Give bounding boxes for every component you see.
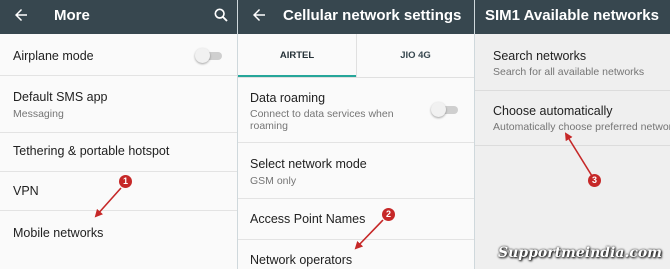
page-title: More [54, 7, 90, 24]
airplane-mode-row[interactable]: Airplane mode [0, 35, 237, 76]
data-roaming-desc-1: Connect to data services when [250, 108, 394, 120]
search-networks-desc: Search for all available networks [493, 66, 645, 78]
network-mode-row[interactable]: Select network mode GSM only [238, 143, 474, 199]
search-icon[interactable] [213, 7, 229, 23]
data-roaming-toggle[interactable] [431, 102, 458, 117]
back-arrow-icon[interactable] [12, 6, 30, 24]
tab-jio[interactable]: JIO 4G [357, 34, 474, 77]
airplane-mode-label: Airplane mode [13, 49, 94, 63]
choose-automatically-label: Choose automatically [493, 104, 613, 118]
mobile-networks-label: Mobile networks [13, 226, 104, 240]
step-1-badge: 1 [119, 175, 132, 188]
network-operators-label: Network operators [250, 253, 353, 267]
airplane-mode-toggle[interactable] [195, 48, 222, 63]
choose-automatically-desc: Automatically choose preferred network [493, 121, 670, 133]
access-point-names-label: Access Point Names [250, 212, 366, 226]
search-networks-label: Search networks [493, 49, 587, 63]
page-title: SIM1 Available networks [485, 7, 659, 24]
search-networks-row[interactable]: Search networks Search for all available… [475, 35, 670, 91]
cellular-settings-screen: Cellular network settings AIRTEL JIO 4G … [238, 0, 474, 269]
tethering-row[interactable]: Tethering & portable hotspot [0, 133, 237, 172]
tab-airtel[interactable]: AIRTEL [238, 34, 356, 77]
available-networks-screen: SIM1 Available networks Search networks … [475, 0, 670, 269]
access-point-names-row[interactable]: Access Point Names [238, 199, 474, 240]
network-mode-label: Select network mode [250, 157, 367, 171]
network-mode-value: GSM only [250, 175, 297, 187]
mobile-networks-row[interactable]: Mobile networks [0, 211, 237, 253]
toggle-knob [431, 102, 446, 117]
step-2-badge: 2 [382, 208, 395, 221]
default-sms-value: Messaging [13, 108, 64, 120]
tethering-label: Tethering & portable hotspot [13, 144, 170, 158]
default-sms-label: Default SMS app [13, 90, 108, 104]
data-roaming-label: Data roaming [250, 91, 326, 105]
step-3-badge: 3 [588, 174, 601, 187]
toggle-knob [195, 48, 210, 63]
sim-tabs: AIRTEL JIO 4G [238, 34, 474, 78]
site-watermark: Supportmeindia.com [498, 245, 662, 261]
app-bar: Cellular network settings [238, 0, 474, 34]
network-operators-row[interactable]: Network operators [238, 240, 474, 269]
app-bar: SIM1 Available networks [475, 0, 670, 34]
more-settings-screen: More Airplane mode Default SMS app Messa… [0, 0, 237, 269]
page-title: Cellular network settings [283, 7, 462, 24]
vpn-label: VPN [13, 184, 39, 198]
data-roaming-desc-2: roaming [250, 120, 288, 132]
default-sms-row[interactable]: Default SMS app Messaging [0, 76, 237, 133]
app-bar: More [0, 0, 237, 34]
data-roaming-row[interactable]: Data roaming Connect to data services wh… [238, 78, 474, 143]
vpn-row[interactable]: VPN [0, 172, 237, 211]
choose-automatically-row[interactable]: Choose automatically Automatically choos… [475, 91, 670, 146]
back-arrow-icon[interactable] [250, 6, 268, 24]
